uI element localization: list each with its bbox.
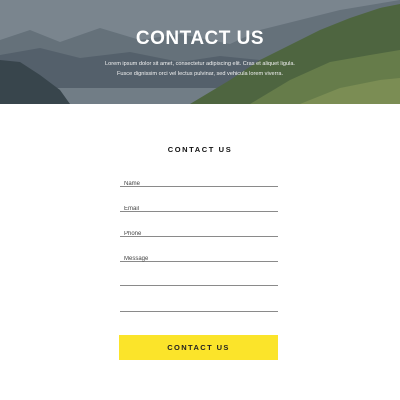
name-field-wrapper [120,172,278,190]
hero-title: CONTACT US [135,28,265,49]
contact-submit-button[interactable]: CONTACT US [119,335,278,360]
message-line [120,311,278,312]
message-field-wrapper [120,247,278,265]
hero-overlay [0,0,400,104]
email-field-wrapper [120,197,278,215]
email-input[interactable] [120,203,278,215]
phone-field-wrapper [120,222,278,240]
hero-subtitle-line: Lorem ipsum dolor sit amet, consectetur … [105,61,295,67]
form-title: CONTACT US [167,145,233,154]
hero-subtitle-line: Fusce dignissim orci vel lectus pulvinar… [116,71,283,77]
hero-banner: CONTACT US Lorem ipsum dolor sit amet, c… [0,0,400,104]
phone-input[interactable] [120,228,278,240]
hero-subtitle: Lorem ipsum dolor sit amet, consectetur … [92,59,308,79]
name-input[interactable] [120,178,278,190]
message-line [120,285,278,286]
message-input[interactable] [120,253,278,265]
